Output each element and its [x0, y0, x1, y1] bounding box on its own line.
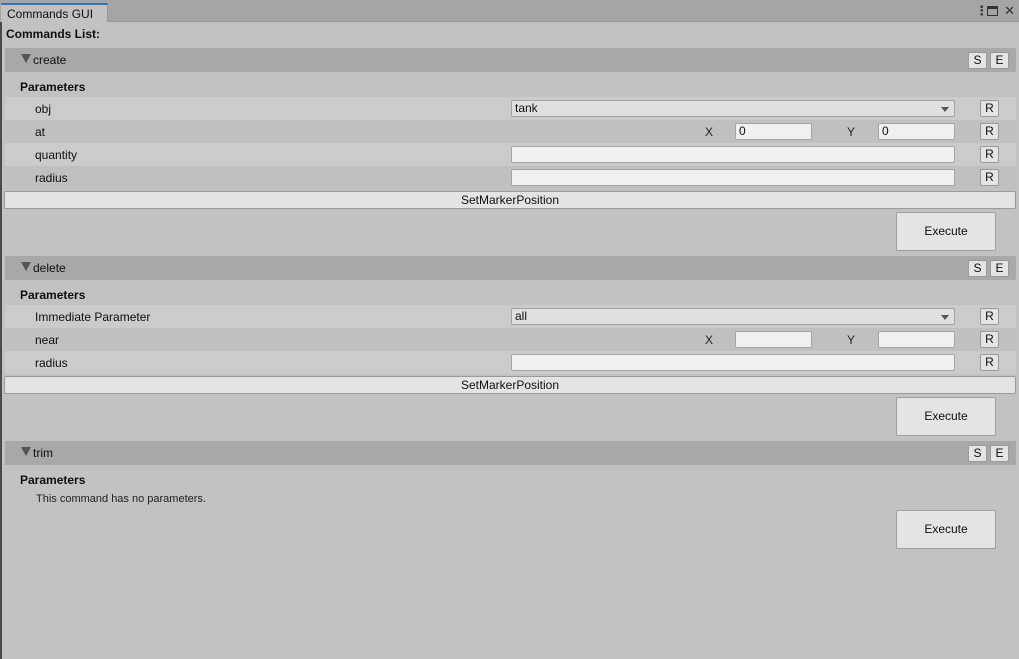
param-row-immediate: Immediate Parameter all R — [5, 305, 1016, 328]
foldout-triangle-icon[interactable] — [21, 262, 31, 271]
param-row-at: at X 0 Y 0 R — [5, 120, 1016, 143]
obj-dropdown[interactable]: tank — [511, 100, 955, 117]
chevron-down-icon — [941, 315, 949, 320]
window-tab[interactable]: Commands GUI — [1, 3, 108, 22]
reset-button[interactable]: R — [980, 308, 999, 325]
foldout-triangle-icon[interactable] — [21, 54, 31, 63]
dropdown-value: all — [515, 309, 528, 323]
radius-input[interactable] — [511, 169, 955, 186]
set-marker-position-button[interactable]: SetMarkerPosition — [4, 191, 1016, 209]
y-label: Y — [847, 125, 856, 139]
quantity-input[interactable] — [511, 146, 955, 163]
param-label: obj — [35, 102, 52, 116]
dropdown-value: tank — [515, 101, 538, 115]
reset-button[interactable]: R — [980, 123, 999, 140]
window-tab-bar: Commands GUI ⋮ ✕ — [0, 0, 1019, 22]
reset-button[interactable]: R — [980, 354, 999, 371]
reset-button[interactable]: R — [980, 100, 999, 117]
execute-button[interactable]: Execute — [896, 397, 996, 436]
param-row-near: near X Y R — [5, 328, 1016, 351]
foldout-triangle-icon[interactable] — [21, 447, 31, 456]
immediate-parameter-dropdown[interactable]: all — [511, 308, 955, 325]
command-header-delete[interactable]: delete S E — [5, 256, 1016, 280]
e-button[interactable]: E — [990, 260, 1009, 277]
param-row-obj: obj tank R — [5, 97, 1016, 120]
command-header-create[interactable]: create S E — [5, 48, 1016, 72]
commands-panel: Commands List: create S E Parameters obj… — [2, 22, 1019, 659]
commands-list-title: Commands List: — [6, 27, 101, 41]
execute-button[interactable]: Execute — [896, 510, 996, 549]
close-icon[interactable]: ✕ — [1004, 3, 1015, 19]
e-button[interactable]: E — [990, 52, 1009, 69]
x-label: X — [705, 333, 714, 347]
s-button[interactable]: S — [968, 260, 987, 277]
param-label: Immediate Parameter — [35, 310, 151, 324]
menu-dots-icon[interactable]: ⋮ — [975, 3, 988, 19]
x-label: X — [705, 125, 714, 139]
at-x-input[interactable]: 0 — [735, 123, 812, 140]
param-label: at — [35, 125, 46, 139]
near-y-input[interactable] — [878, 331, 955, 348]
param-label: radius — [35, 171, 68, 185]
param-row-quantity: quantity R — [5, 143, 1016, 166]
chevron-down-icon — [941, 107, 949, 112]
command-header-trim[interactable]: trim S E — [5, 441, 1016, 465]
reset-button[interactable]: R — [980, 331, 999, 348]
command-name: delete — [33, 261, 66, 275]
at-y-input[interactable]: 0 — [878, 123, 955, 140]
param-row-radius: radius R — [5, 351, 1016, 374]
command-name: create — [33, 53, 67, 67]
reset-button[interactable]: R — [980, 146, 999, 163]
param-label: near — [35, 333, 60, 347]
param-row-radius: radius R — [5, 166, 1016, 189]
parameters-title: Parameters — [20, 80, 86, 94]
radius-input[interactable] — [511, 354, 955, 371]
param-label: quantity — [35, 148, 78, 162]
maximize-icon[interactable] — [987, 6, 999, 16]
param-label: radius — [35, 356, 68, 370]
e-button[interactable]: E — [990, 445, 1009, 462]
set-marker-position-button[interactable]: SetMarkerPosition — [4, 376, 1016, 394]
command-name: trim — [33, 446, 53, 460]
reset-button[interactable]: R — [980, 169, 999, 186]
near-x-input[interactable] — [735, 331, 812, 348]
parameters-title: Parameters — [20, 473, 86, 487]
no-parameters-message: This command has no parameters. — [36, 493, 206, 505]
s-button[interactable]: S — [968, 445, 987, 462]
execute-button[interactable]: Execute — [896, 212, 996, 251]
s-button[interactable]: S — [968, 52, 987, 69]
parameters-title: Parameters — [20, 288, 86, 302]
y-label: Y — [847, 333, 856, 347]
